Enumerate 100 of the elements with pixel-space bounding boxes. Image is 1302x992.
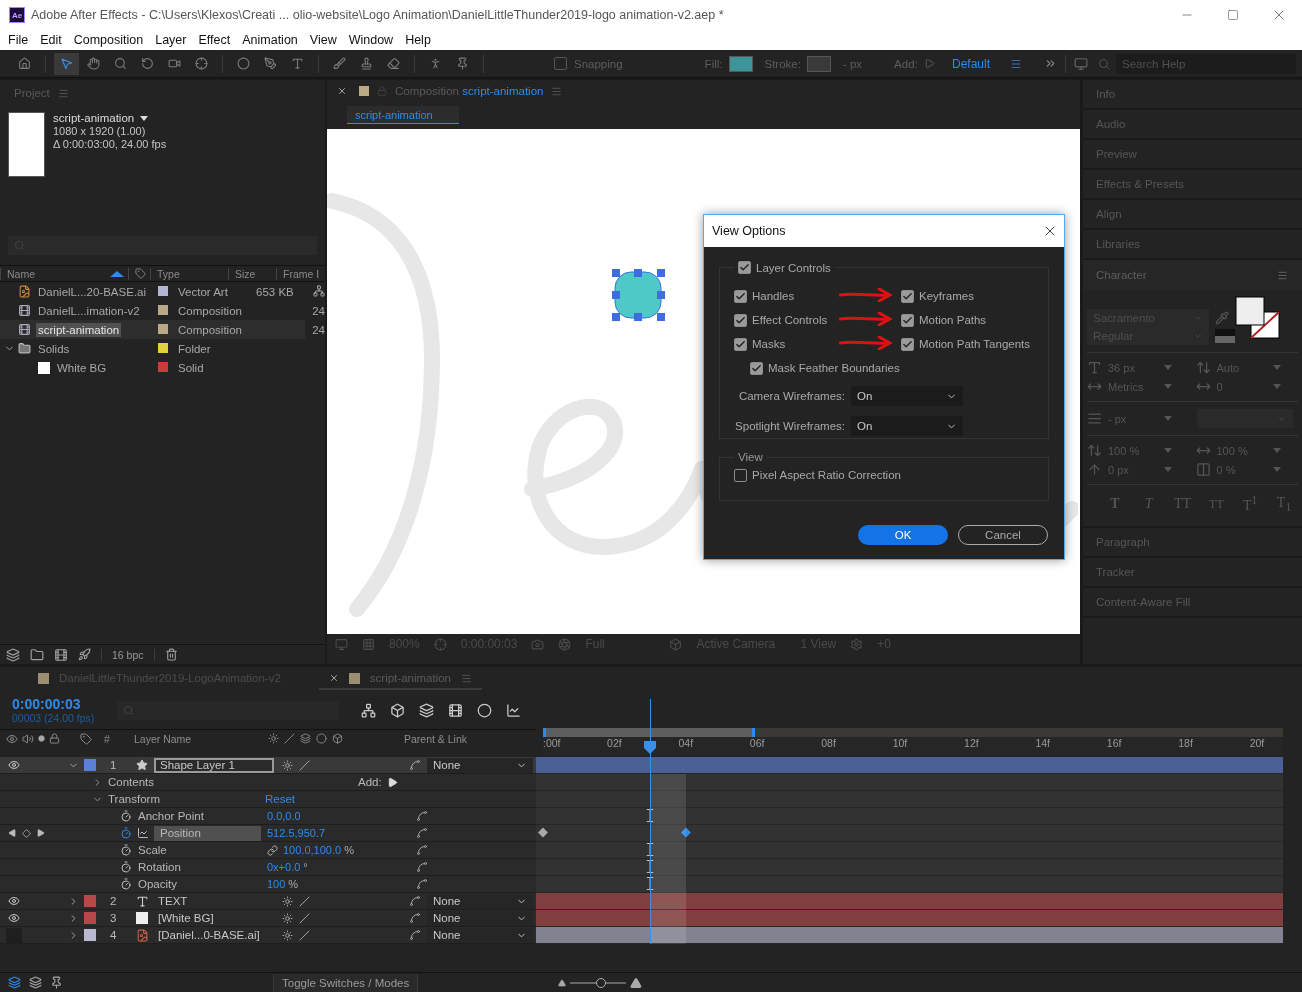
parent-dropdown[interactable]: None bbox=[427, 927, 533, 943]
checkbox[interactable] bbox=[734, 313, 747, 327]
property-value[interactable]: 0.0,0.0 bbox=[267, 810, 301, 822]
stopwatch-icon[interactable] bbox=[120, 844, 132, 856]
property-name[interactable]: Rotation bbox=[132, 859, 261, 875]
zoom-out-icon[interactable] bbox=[558, 978, 567, 987]
checkbox[interactable] bbox=[750, 361, 763, 375]
pick-whip-icon[interactable] bbox=[409, 929, 421, 941]
keyframe-icon[interactable] bbox=[22, 828, 31, 838]
parent-dropdown[interactable]: None bbox=[427, 893, 533, 909]
keyframe[interactable] bbox=[680, 827, 691, 838]
pick-whip-icon[interactable] bbox=[409, 912, 421, 924]
layer-name[interactable]: TEXT bbox=[154, 893, 274, 909]
film-icon[interactable] bbox=[54, 647, 68, 662]
graph-icon[interactable] bbox=[506, 702, 521, 718]
layer-name[interactable]: [White BG] bbox=[154, 910, 274, 926]
layers-icon[interactable] bbox=[6, 647, 20, 662]
stopwatch-icon[interactable] bbox=[120, 861, 132, 873]
stopwatch-icon[interactable] bbox=[120, 810, 132, 822]
pick-whip-icon[interactable] bbox=[416, 827, 428, 839]
reset-link[interactable]: Reset bbox=[265, 793, 296, 805]
search-field[interactable] bbox=[8, 236, 317, 255]
slash-icon[interactable] bbox=[299, 895, 310, 907]
navigator-thumb[interactable] bbox=[543, 728, 755, 737]
monitor-icon[interactable] bbox=[1074, 56, 1088, 71]
pick-whip-icon[interactable] bbox=[409, 759, 421, 771]
search-field[interactable] bbox=[117, 700, 339, 720]
swatch-pair-icon[interactable] bbox=[1215, 328, 1235, 343]
menu-item[interactable]: Animation bbox=[236, 33, 304, 47]
pick-whip-icon[interactable] bbox=[416, 861, 428, 873]
layer-name[interactable]: [Daniel...0-BASE.ai] bbox=[154, 927, 274, 943]
layers-icon[interactable] bbox=[8, 976, 21, 989]
tool-button[interactable] bbox=[54, 52, 79, 75]
project-item[interactable]: Solids Folder bbox=[0, 339, 305, 358]
menu-icon[interactable] bbox=[1010, 57, 1022, 70]
layer-row[interactable]: 4 [Daniel...0-BASE.ai] None bbox=[0, 927, 536, 944]
breadcrumb-tab[interactable]: script-animation bbox=[347, 106, 459, 124]
close-icon[interactable] bbox=[337, 86, 347, 96]
checkbox[interactable] bbox=[734, 468, 747, 482]
property-value[interactable]: 100 bbox=[267, 878, 286, 890]
checkbox[interactable] bbox=[734, 289, 747, 303]
rocket-icon[interactable] bbox=[78, 648, 91, 661]
menu-item[interactable]: File bbox=[2, 33, 35, 47]
sun-icon[interactable] bbox=[282, 895, 293, 907]
layer-name[interactable]: Shape Layer 1 bbox=[154, 757, 274, 773]
checkbox[interactable] bbox=[901, 313, 914, 327]
layers-icon[interactable] bbox=[419, 702, 434, 718]
folder-icon[interactable] bbox=[30, 647, 44, 662]
property-value[interactable]: 0x+0.0 bbox=[267, 861, 301, 873]
ok-button[interactable]: OK bbox=[858, 525, 948, 545]
checkbox[interactable] bbox=[901, 289, 914, 303]
chevrons-icon[interactable] bbox=[1044, 57, 1057, 70]
snapping-checkbox[interactable] bbox=[554, 57, 567, 70]
slash-icon[interactable] bbox=[299, 759, 310, 771]
pick-whip-icon[interactable] bbox=[416, 878, 428, 890]
pin-icon[interactable] bbox=[50, 976, 63, 989]
stopwatch-icon[interactable] bbox=[120, 878, 132, 890]
menu-item[interactable]: View bbox=[303, 33, 343, 47]
close-icon[interactable] bbox=[328, 673, 339, 683]
checkbox[interactable] bbox=[734, 337, 747, 351]
link-icon[interactable] bbox=[267, 844, 278, 856]
dropdown[interactable]: On bbox=[851, 416, 963, 436]
property-value[interactable]: 100.0,100.0 bbox=[283, 844, 342, 856]
menu-icon[interactable] bbox=[1277, 269, 1288, 281]
pick-whip-icon[interactable] bbox=[416, 810, 428, 822]
property-name[interactable]: Position bbox=[154, 825, 261, 841]
bit-depth-button[interactable]: 16 bpc bbox=[101, 648, 155, 661]
sun-icon[interactable] bbox=[282, 929, 293, 941]
keyframe[interactable] bbox=[538, 827, 548, 838]
property-name[interactable]: Anchor Point bbox=[132, 808, 261, 824]
checkbox[interactable] bbox=[738, 261, 751, 274]
layer-row[interactable]: 3 [White BG] None bbox=[0, 910, 536, 927]
parent-dropdown[interactable]: None bbox=[427, 757, 533, 773]
checkbox[interactable] bbox=[901, 337, 914, 351]
zoom-in-icon[interactable] bbox=[630, 976, 643, 989]
menu-item[interactable]: Edit bbox=[34, 33, 68, 47]
sun-icon[interactable] bbox=[282, 912, 293, 924]
menu-item[interactable]: Layer bbox=[149, 33, 193, 47]
pick-whip-icon[interactable] bbox=[409, 895, 421, 907]
property-name[interactable]: Scale bbox=[132, 842, 261, 858]
pick-whip-icon[interactable] bbox=[416, 844, 428, 856]
workspace-tab[interactable]: Default bbox=[951, 56, 990, 71]
menu-item[interactable]: Effect bbox=[192, 33, 237, 47]
project-item[interactable]: DanielL...20-BASE.ai Vector Art 653 KB bbox=[0, 282, 305, 301]
trash-icon[interactable] bbox=[164, 648, 178, 661]
current-time[interactable]: 0:00:00:03 bbox=[12, 696, 107, 712]
stopwatch-icon[interactable] bbox=[120, 827, 132, 839]
previous-keyframe-icon[interactable] bbox=[8, 829, 16, 837]
next-keyframe-icon[interactable] bbox=[37, 829, 45, 837]
graph-icon[interactable] bbox=[137, 827, 149, 839]
circle-icon[interactable] bbox=[477, 702, 492, 718]
property-name[interactable]: Opacity bbox=[132, 876, 261, 892]
menu-item[interactable]: Composition bbox=[67, 33, 150, 47]
fill-swatch[interactable] bbox=[728, 55, 753, 72]
sun-icon[interactable] bbox=[282, 759, 293, 771]
color-swatches-icon[interactable] bbox=[1235, 296, 1281, 340]
zoom-slider-thumb[interactable] bbox=[596, 977, 606, 988]
layer-row[interactable]: 2 TEXT None bbox=[0, 893, 536, 910]
project-item[interactable]: White BG Solid bbox=[0, 358, 305, 377]
play-icon[interactable] bbox=[386, 776, 398, 788]
